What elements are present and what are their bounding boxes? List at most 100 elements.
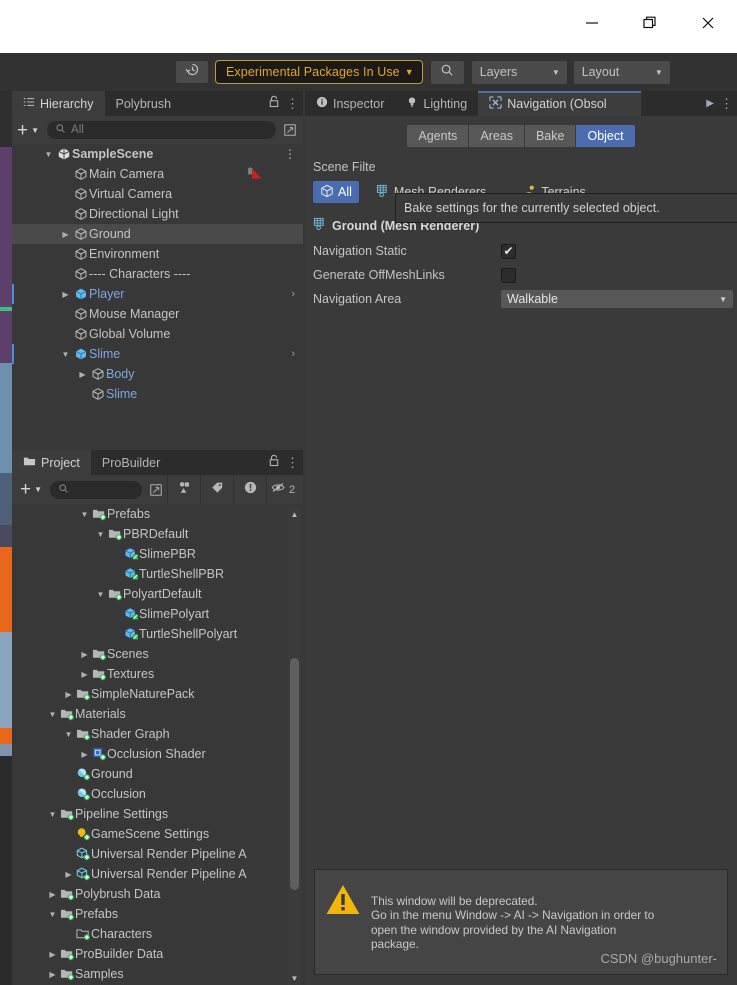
project-row[interactable]: ▼ Prefabs	[12, 504, 303, 524]
project-row[interactable]: TurtleShellPolyart	[12, 624, 303, 644]
hierarchy-row[interactable]: Slime	[12, 384, 303, 404]
minimize-button[interactable]	[563, 0, 621, 45]
tab-project[interactable]: Project	[12, 450, 91, 475]
layers-dropdown[interactable]: Layers ▼	[471, 60, 567, 84]
row-kebab-menu-icon[interactable]: ⋮	[284, 147, 296, 161]
kebab-menu-icon[interactable]: ⋮	[286, 456, 299, 469]
chevron-right-icon[interactable]: ▶	[706, 98, 714, 109]
expand-twisty-icon[interactable]: ▶	[78, 650, 91, 659]
project-row[interactable]: ▶ Samples	[12, 964, 303, 981]
project-tree[interactable]: ▼ Prefabs ▼ PBRDefault SlimePBR TurtleShellPB…	[12, 504, 303, 981]
collapse-twisty-icon[interactable]: ▼	[46, 910, 59, 919]
project-row[interactable]: ▼ Materials	[12, 704, 303, 724]
project-row[interactable]: Ground	[12, 764, 303, 784]
mode-bake[interactable]: Bake	[524, 125, 577, 147]
mode-areas[interactable]: Areas	[469, 125, 525, 147]
expand-twisty-icon[interactable]: ▶	[46, 890, 59, 899]
hierarchy-row[interactable]: ▶ Ground	[12, 224, 303, 244]
mode-object[interactable]: Object	[576, 125, 635, 147]
hidden-filter-button[interactable]: 2	[266, 475, 299, 504]
project-row[interactable]: ▼ Prefabs	[12, 904, 303, 924]
project-row[interactable]: ▶ Textures	[12, 664, 303, 684]
project-row[interactable]: ▼ PolyartDefault	[12, 584, 303, 604]
collapse-twisty-icon[interactable]: ▼	[62, 730, 75, 739]
lock-icon[interactable]	[268, 454, 280, 472]
project-row[interactable]: SlimePBR	[12, 544, 303, 564]
collapse-twisty-icon[interactable]: ▼	[78, 510, 91, 519]
create-asset-button[interactable]: + ▼	[20, 480, 42, 499]
create-object-button[interactable]: + ▼	[17, 121, 39, 140]
project-row[interactable]: SlimePolyart	[12, 604, 303, 624]
maximize-button[interactable]	[621, 0, 679, 45]
hierarchy-row[interactable]: Virtual Camera	[12, 184, 303, 204]
collapse-twisty-icon[interactable]: ▼	[42, 150, 55, 159]
project-row[interactable]: ▼ Pipeline Settings	[12, 804, 303, 824]
expand-twisty-icon[interactable]: ▶	[62, 870, 75, 879]
navigation-area-dropdown[interactable]: Walkable ▼	[501, 290, 733, 308]
label-filter-button[interactable]	[200, 475, 233, 504]
kebab-menu-icon[interactable]: ⋮	[286, 97, 299, 110]
project-search-input[interactable]	[50, 480, 142, 499]
scrollbar-thumb[interactable]	[290, 658, 299, 890]
open-prefab-chevron-icon[interactable]: ›	[291, 348, 295, 360]
hierarchy-row[interactable]: ---- Characters ----	[12, 264, 303, 284]
expand-icon[interactable]	[147, 481, 164, 498]
history-button[interactable]	[176, 61, 208, 83]
expand-twisty-icon[interactable]: ▶	[46, 970, 59, 979]
collapse-twisty-icon[interactable]: ▼	[94, 530, 107, 539]
hierarchy-row[interactable]: ▼ SampleScene ⋮	[12, 144, 303, 164]
project-row[interactable]: GameScene Settings	[12, 824, 303, 844]
project-row[interactable]: ▶ SimpleNaturePack	[12, 684, 303, 704]
hierarchy-search-input[interactable]: All	[47, 121, 276, 139]
collapse-twisty-icon[interactable]: ▼	[46, 810, 59, 819]
type-filter-button[interactable]	[167, 475, 200, 504]
hierarchy-row[interactable]: ▼ Slime ›	[12, 344, 303, 364]
hierarchy-row[interactable]: Main Camera	[12, 164, 303, 184]
collapse-twisty-icon[interactable]: ▼	[46, 710, 59, 719]
mode-agents[interactable]: Agents	[407, 125, 470, 147]
warning-filter-button[interactable]	[233, 475, 266, 504]
scroll-down-arrow[interactable]: ▼	[288, 972, 301, 985]
lock-icon[interactable]	[268, 95, 280, 113]
scroll-up-arrow[interactable]: ▲	[288, 508, 301, 521]
project-row[interactable]: Characters	[12, 924, 303, 944]
filter-all-button[interactable]: All	[313, 181, 359, 203]
expand-twisty-icon[interactable]: ▶	[62, 690, 75, 699]
expand-twisty-icon[interactable]: ▶	[76, 370, 89, 379]
toolbar-search-button[interactable]	[430, 60, 464, 84]
collapse-twisty-icon[interactable]: ▼	[59, 350, 72, 359]
open-prefab-chevron-icon[interactable]: ›	[291, 288, 295, 300]
expand-twisty-icon[interactable]: ▶	[59, 290, 72, 299]
kebab-menu-icon[interactable]: ⋮	[720, 97, 733, 110]
project-row[interactable]: Universal Render Pipeline A	[12, 844, 303, 864]
layout-dropdown[interactable]: Layout ▼	[573, 60, 670, 84]
project-row[interactable]: ▶ Polybrush Data	[12, 884, 303, 904]
project-row[interactable]: ▼ PBRDefault	[12, 524, 303, 544]
generate-offmeshlinks-checkbox[interactable]	[501, 267, 516, 283]
tab-inspector[interactable]: Inspector	[305, 91, 395, 116]
expand-icon[interactable]	[281, 122, 298, 139]
project-row[interactable]: ▶ ProBuilder Data	[12, 944, 303, 964]
expand-twisty-icon[interactable]: ▶	[78, 750, 91, 759]
hierarchy-row[interactable]: Global Volume	[12, 324, 303, 344]
close-button[interactable]	[679, 0, 737, 45]
expand-twisty-icon[interactable]: ▶	[78, 670, 91, 679]
hierarchy-row[interactable]: ▶ Body	[12, 364, 303, 384]
expand-twisty-icon[interactable]: ▶	[59, 230, 72, 239]
project-row[interactable]: Occlusion	[12, 784, 303, 804]
hierarchy-row[interactable]: Environment	[12, 244, 303, 264]
experimental-packages-button[interactable]: Experimental Packages In Use ▼	[215, 60, 423, 84]
project-row[interactable]: ▶ Universal Render Pipeline A	[12, 864, 303, 884]
collapse-twisty-icon[interactable]: ▼	[94, 590, 107, 599]
tab-hierarchy[interactable]: Hierarchy	[12, 91, 105, 116]
project-row[interactable]: TurtleShellPBR	[12, 564, 303, 584]
hierarchy-row[interactable]: Directional Light	[12, 204, 303, 224]
project-scrollbar[interactable]: ▲ ▼	[288, 508, 301, 985]
navigation-static-checkbox[interactable]: ✔	[501, 243, 516, 259]
hierarchy-row[interactable]: ▶ Player ›	[12, 284, 303, 304]
tab-navigation[interactable]: Navigation (Obsol	[478, 91, 641, 116]
tab-probuilder[interactable]: ProBuilder	[91, 450, 171, 475]
hierarchy-row[interactable]: Mouse Manager	[12, 304, 303, 324]
hierarchy-tree[interactable]: ▼ SampleScene ⋮ Main Camera Virtual Camera Di…	[12, 144, 303, 442]
tab-lighting[interactable]: Lighting	[395, 91, 478, 116]
